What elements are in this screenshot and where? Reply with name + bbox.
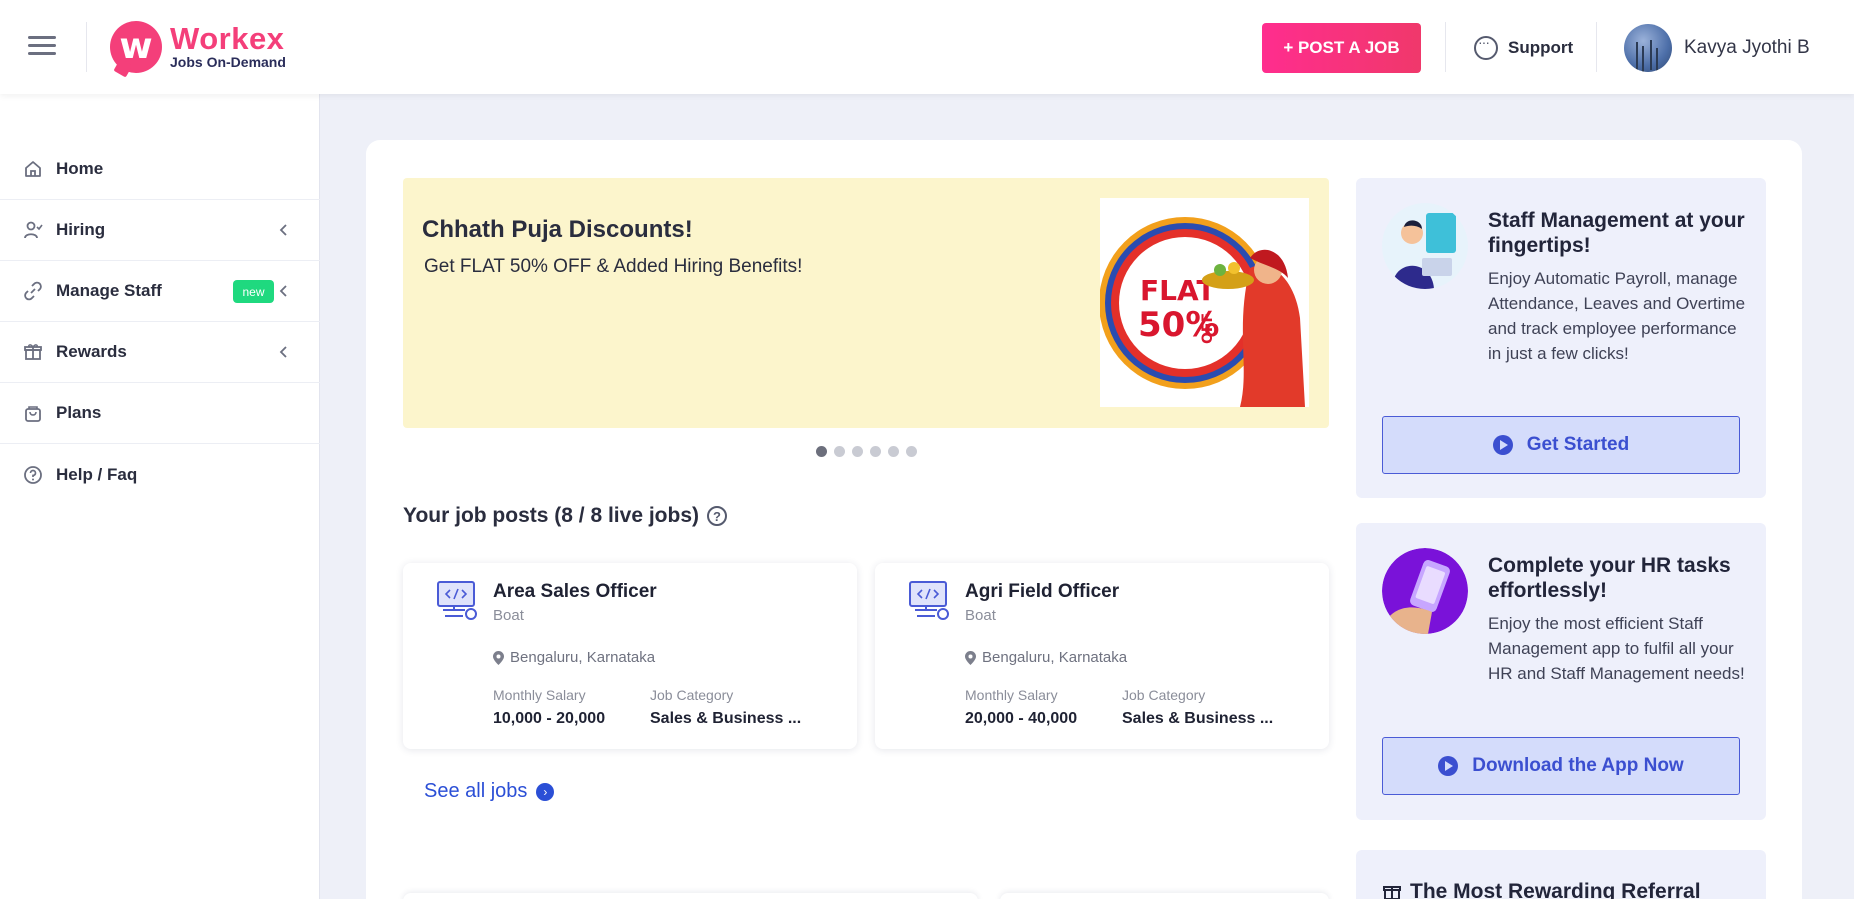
chevron-right-icon: › xyxy=(536,782,555,801)
hiring-icon xyxy=(22,219,44,241)
chevron-left-icon xyxy=(279,224,287,236)
new-badge: new xyxy=(233,280,274,303)
promo-card-hr-tasks: Complete your HR tasks effortlessly! Enj… xyxy=(1356,523,1766,820)
question-icon[interactable]: ? xyxy=(707,506,727,526)
download-app-button[interactable]: Download the App Now xyxy=(1382,737,1740,795)
staff-management-illustration xyxy=(1382,203,1468,289)
job-card-partial xyxy=(403,893,978,899)
home-icon xyxy=(22,158,44,180)
computer-code-icon xyxy=(909,581,949,620)
support-label: Support xyxy=(1508,38,1574,57)
carousel-dot[interactable] xyxy=(816,446,827,457)
job-company: Boat xyxy=(965,607,996,624)
category-value: Sales & Business ... xyxy=(650,710,802,727)
get-started-button[interactable]: Get Started xyxy=(1382,416,1740,474)
job-posts-title: Your job posts (8 / 8 live jobs) xyxy=(403,504,699,527)
logo-tagline: Jobs On-Demand xyxy=(170,54,286,70)
sidebar-item-label: Rewards xyxy=(56,342,127,361)
job-card-partial xyxy=(1000,893,1329,899)
bag-icon xyxy=(22,402,44,424)
carousel-dot[interactable] xyxy=(852,446,863,457)
job-title: Area Sales Officer xyxy=(493,581,657,602)
job-location-text: Bengaluru, Karnataka xyxy=(982,649,1128,666)
logo-name: Workex xyxy=(170,21,285,56)
sidebar-item-label: Help / Faq xyxy=(56,464,138,484)
sidebar-item-label: Home xyxy=(56,159,104,178)
carousel-dot[interactable] xyxy=(888,446,899,457)
chat-bubble-icon xyxy=(1474,34,1498,60)
banner-title: Chhath Puja Discounts! xyxy=(422,216,693,243)
header-divider xyxy=(86,22,87,72)
salary-label: Monthly Salary xyxy=(493,687,586,703)
job-posts-heading: Your job posts (8 / 8 live jobs) ? xyxy=(403,504,727,528)
location-pin-icon xyxy=(493,650,504,665)
support-link[interactable]: Support xyxy=(1474,34,1574,60)
salary-value: 20,000 - 40,000 xyxy=(965,710,1078,727)
carousel-dots xyxy=(816,446,917,457)
job-location: Bengaluru, Karnataka xyxy=(965,649,1127,666)
banner-subtitle: Get FLAT 50% OFF & Added Hiring Benefits… xyxy=(424,256,803,277)
chevron-left-icon xyxy=(279,346,287,358)
job-card[interactable]: Agri Field Officer Boat Bengaluru, Karna… xyxy=(875,563,1329,749)
sidebar-item-help-faq[interactable]: Help / Faq xyxy=(0,444,320,505)
play-icon xyxy=(1438,756,1459,776)
hr-app-illustration xyxy=(1382,548,1468,634)
promo-text: Enjoy the most efficient Staff Managemen… xyxy=(1488,614,1745,683)
promo-text: Enjoy Automatic Payroll, manage Attendan… xyxy=(1488,269,1746,363)
user-menu[interactable]: Kavya Jyothi B xyxy=(1624,24,1810,72)
carousel-dot[interactable] xyxy=(906,446,917,457)
gift-icon xyxy=(22,341,44,363)
promo-card-staff-management: Staff Management at your fingertips! Enj… xyxy=(1356,178,1766,498)
category-label: Job Category xyxy=(1122,687,1206,703)
category-value: Sales & Business ... xyxy=(1122,710,1274,727)
hamburger-menu-icon[interactable] xyxy=(28,36,56,56)
job-location: Bengaluru, Karnataka xyxy=(493,649,655,666)
sidebar-item-label: Manage Staff xyxy=(56,281,162,300)
user-name: Kavya Jyothi B xyxy=(1684,37,1810,58)
see-all-jobs-link[interactable]: See all jobs › xyxy=(424,780,555,803)
promo-title: Staff Management at your fingertips! xyxy=(1488,209,1745,257)
location-pin-icon xyxy=(965,650,976,665)
avatar xyxy=(1624,24,1672,72)
header-divider xyxy=(1596,22,1597,72)
promo-banner[interactable]: Chhath Puja Discounts! Get FLAT 50% OFF … xyxy=(403,178,1329,428)
sidebar-item-plans[interactable]: Plans xyxy=(0,383,320,444)
workex-logo[interactable]: w Workex Jobs On-Demand xyxy=(110,21,286,73)
gift-icon xyxy=(1383,886,1401,899)
salary-label: Monthly Salary xyxy=(965,687,1058,703)
job-company: Boat xyxy=(493,607,524,624)
chevron-left-icon xyxy=(279,285,287,297)
banner-off-text: OFF xyxy=(1200,313,1216,344)
post-job-button[interactable]: + POST A JOB xyxy=(1262,23,1421,73)
salary-value: 10,000 - 20,000 xyxy=(493,710,606,727)
download-app-label: Download the App Now xyxy=(1472,755,1684,776)
sidebar-item-label: Plans xyxy=(56,403,102,422)
sidebar-item-manage-staff[interactable]: Manage Staff new xyxy=(0,261,320,322)
sidebar-item-rewards[interactable]: Rewards xyxy=(0,322,320,383)
job-card[interactable]: Area Sales Officer Boat Bengaluru, Karna… xyxy=(403,563,857,749)
logo-badge-icon: w xyxy=(110,21,162,73)
sidebar-item-label: Hiring xyxy=(56,220,106,239)
job-location-text: Bengaluru, Karnataka xyxy=(510,649,656,666)
top-header: w Workex Jobs On-Demand + POST A JOB Sup… xyxy=(0,0,1854,94)
get-started-label: Get Started xyxy=(1526,434,1630,455)
sidebar: Home Hiring Manage Staff new Rewards Pla… xyxy=(0,94,320,899)
referral-title: The Most Rewarding Referral xyxy=(1410,880,1701,899)
sidebar-item-home[interactable]: Home xyxy=(0,139,320,200)
carousel-dot[interactable] xyxy=(870,446,881,457)
job-title: Agri Field Officer xyxy=(965,581,1120,602)
header-divider xyxy=(1445,22,1446,72)
play-icon xyxy=(1492,435,1513,455)
banner-image: FLAT 50% OFF xyxy=(1100,198,1309,407)
carousel-dot[interactable] xyxy=(834,446,845,457)
computer-code-icon xyxy=(437,581,477,620)
link-icon xyxy=(22,280,44,302)
sidebar-item-hiring[interactable]: Hiring xyxy=(0,200,320,261)
promo-title: Complete your HR tasks effortlessly! xyxy=(1488,554,1731,602)
category-label: Job Category xyxy=(650,687,734,703)
referral-heading: The Most Rewarding Referral xyxy=(1382,880,1701,899)
help-circle-icon xyxy=(22,464,44,486)
see-all-jobs-label: See all jobs xyxy=(424,780,528,802)
